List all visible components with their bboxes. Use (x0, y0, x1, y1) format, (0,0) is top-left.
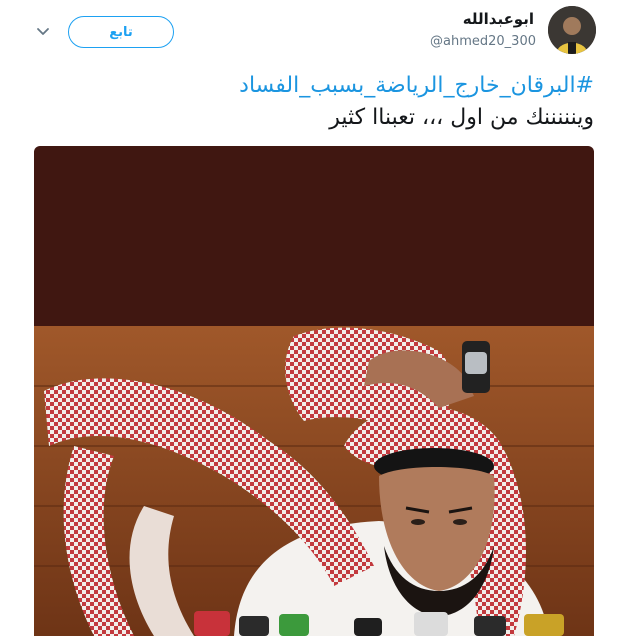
author-handle[interactable]: @ahmed20_300 (430, 34, 536, 49)
avatar-image (548, 6, 596, 54)
follow-button-label: تابع (109, 24, 133, 40)
tweet-header: ابوعبدالله @ahmed20_300 تابع (0, 0, 618, 66)
hashtag-link[interactable]: #البرقان_خارج_الرياضة_بسبب_الفساد (34, 70, 594, 102)
avatar[interactable] (548, 6, 596, 54)
chevron-down-icon[interactable] (34, 22, 52, 40)
follow-button[interactable]: تابع (68, 16, 174, 48)
photo-image (34, 146, 594, 636)
tweet-body: وينننننك من اول ،،، تعبناا كثير (329, 105, 594, 130)
author-name[interactable]: ابوعبدالله (463, 10, 534, 28)
tweet-text: #البرقان_خارج_الرياضة_بسبب_الفساد وينننن… (34, 70, 594, 134)
tweet-photo[interactable] (34, 146, 594, 636)
